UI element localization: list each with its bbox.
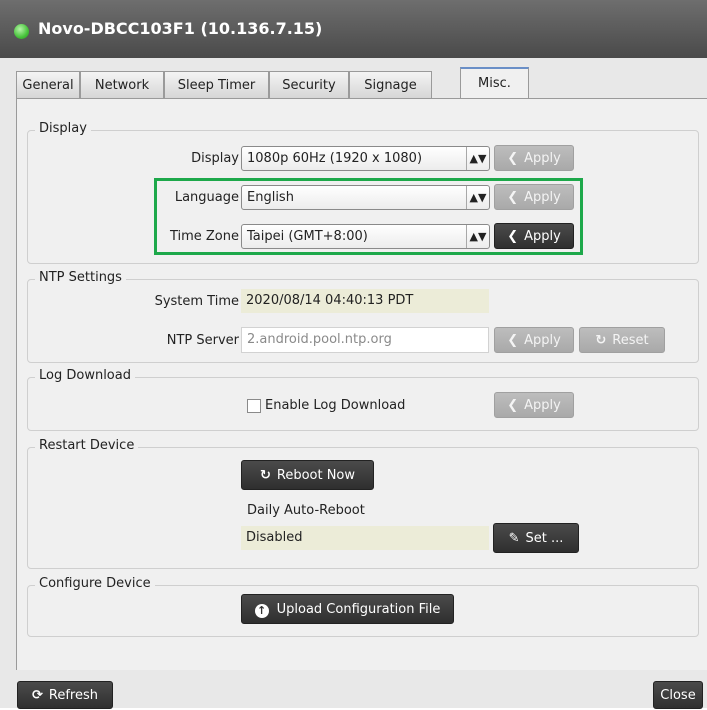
timezone-apply-button[interactable]: ❮ Apply: [494, 223, 574, 249]
reboot-icon: ↻: [259, 468, 271, 483]
chevron-left-icon: ❮: [507, 190, 519, 205]
settings-dialog: General Network Sleep Timer Security Sig…: [0, 58, 707, 709]
tab-general[interactable]: General: [16, 71, 80, 98]
display-label: Display: [191, 151, 239, 166]
language-apply-button[interactable]: ❮ Apply: [494, 184, 574, 210]
apply-label: Apply: [524, 151, 561, 166]
tab-security[interactable]: Security: [269, 71, 349, 98]
ntp-server-label: NTP Server: [166, 333, 239, 348]
display-select-value: 1080p 60Hz (1920 x 1080): [247, 151, 423, 166]
reboot-now-button[interactable]: ↻ Reboot Now: [241, 460, 374, 490]
restart-device-group-title: Restart Device: [35, 438, 139, 453]
upload-config-button[interactable]: ↑ Upload Configuration File: [241, 594, 454, 624]
language-label: Language: [174, 190, 239, 205]
window-title: Novo-DBCC103F1 (10.136.7.15): [38, 19, 323, 38]
ntp-apply-button[interactable]: ❮ Apply: [494, 327, 574, 353]
system-time-label: System Time: [154, 294, 239, 309]
display-apply-button[interactable]: ❮ Apply: [494, 145, 574, 171]
close-button[interactable]: Close: [653, 681, 703, 709]
log-download-group-title: Log Download: [35, 368, 135, 383]
refresh-icon: ⟳: [32, 688, 43, 703]
refresh-label: Refresh: [48, 688, 98, 703]
select-arrows-icon: ▲▼: [466, 147, 489, 170]
ntp-server-input[interactable]: 2.android.pool.ntp.org: [241, 327, 489, 353]
auto-reboot-value: Disabled: [241, 526, 489, 550]
tab-sleep-timer[interactable]: Sleep Timer: [164, 71, 269, 98]
tab-misc[interactable]: Misc.: [460, 67, 529, 99]
chevron-left-icon: ❮: [507, 398, 519, 413]
status-dot-icon: [14, 24, 29, 39]
pencil-icon: ✎: [508, 531, 520, 546]
timezone-label: Time Zone: [169, 229, 239, 244]
tab-signage[interactable]: Signage: [349, 71, 432, 98]
timezone-select[interactable]: Taipei (GMT+8:00) ▲▼: [241, 224, 490, 249]
display-group-title: Display: [35, 121, 91, 136]
select-arrows-icon: ▲▼: [466, 186, 489, 209]
language-select[interactable]: English ▲▼: [241, 185, 490, 210]
chevron-left-icon: ❮: [507, 151, 519, 166]
title-bar: Novo-DBCC103F1 (10.136.7.15): [0, 0, 707, 58]
chevron-left-icon: ❮: [507, 229, 519, 244]
reset-label: Reset: [612, 333, 649, 348]
chevron-left-icon: ❮: [507, 333, 519, 348]
set-auto-reboot-button[interactable]: ✎ Set ...: [493, 523, 579, 553]
reset-icon: ↻: [595, 333, 607, 348]
ntp-group-title: NTP Settings: [35, 270, 126, 285]
enable-log-checkbox[interactable]: [247, 399, 261, 413]
apply-label: Apply: [524, 229, 561, 244]
daily-auto-reboot-label: Daily Auto-Reboot: [247, 503, 365, 518]
tab-network[interactable]: Network: [80, 71, 164, 98]
apply-label: Apply: [524, 190, 561, 205]
apply-label: Apply: [524, 398, 561, 413]
misc-panel: Display Display 1080p 60Hz (1920 x 1080)…: [16, 98, 707, 670]
apply-label: Apply: [524, 333, 561, 348]
reboot-label: Reboot Now: [276, 468, 356, 483]
system-time-value: 2020/08/14 04:40:13 PDT: [241, 289, 489, 313]
enable-log-label[interactable]: Enable Log Download: [265, 398, 405, 413]
display-select[interactable]: 1080p 60Hz (1920 x 1080) ▲▼: [241, 146, 490, 171]
configure-device-group-title: Configure Device: [35, 576, 155, 591]
upload-label: Upload Configuration File: [276, 602, 441, 617]
language-select-value: English: [247, 190, 294, 205]
select-arrows-icon: ▲▼: [466, 225, 489, 248]
refresh-button[interactable]: ⟳ Refresh: [17, 681, 113, 709]
upload-icon: ↑: [254, 604, 269, 618]
timezone-select-value: Taipei (GMT+8:00): [247, 229, 368, 244]
log-apply-button[interactable]: ❮ Apply: [494, 392, 574, 418]
ntp-reset-button[interactable]: ↻ Reset: [579, 327, 665, 353]
set-label: Set ...: [525, 531, 564, 546]
